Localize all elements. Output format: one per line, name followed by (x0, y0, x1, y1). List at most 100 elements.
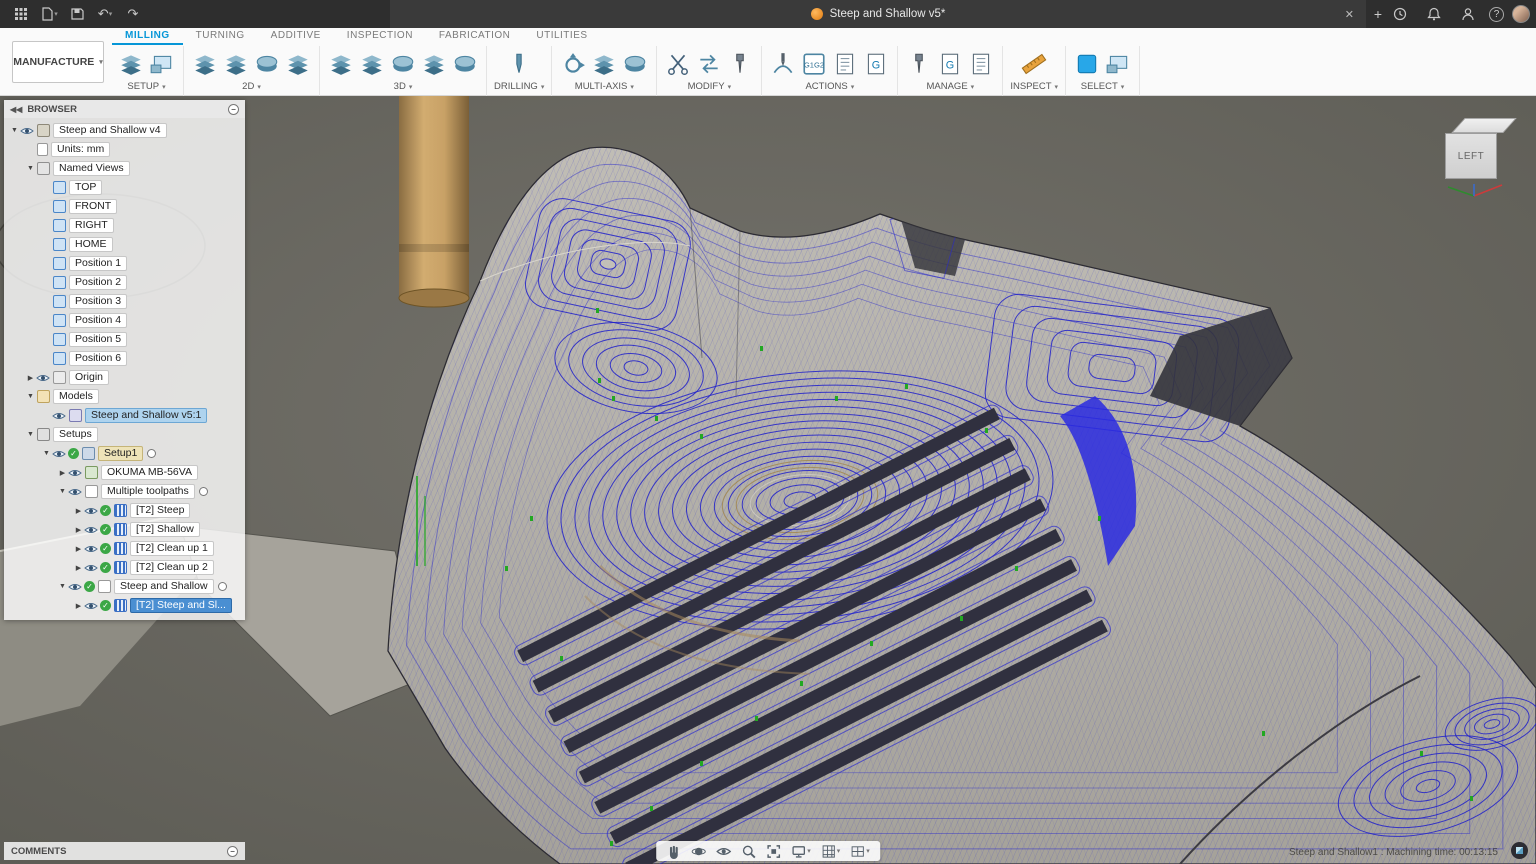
collapse-panel-icon[interactable]: ◀◀ (10, 105, 22, 114)
generate-icon[interactable] (862, 51, 890, 77)
multiaxis-swarf-icon[interactable] (559, 51, 587, 77)
browser-item-position-1[interactable]: Position 1 (4, 254, 245, 273)
document-tab[interactable]: Steep and Shallow v5* ✕ (390, 0, 1366, 28)
post-library-icon[interactable] (936, 51, 964, 77)
browser-item-toolpath-cleanup1[interactable]: ▶✓[T2] Clean up 1 (4, 539, 245, 558)
viewcube[interactable]: LEFT (1444, 118, 1520, 204)
redo-icon[interactable]: ↷ (120, 2, 146, 26)
steep-shallow-icon[interactable] (420, 51, 448, 77)
select-icon[interactable] (1073, 51, 1101, 77)
browser-item-toolpath-cleanup2[interactable]: ▶✓[T2] Clean up 2 (4, 558, 245, 577)
face-icon[interactable] (253, 51, 281, 77)
minimize-panel-icon[interactable]: − (228, 104, 239, 115)
comments-bar[interactable]: COMMENTS − (4, 842, 245, 860)
task-list-icon[interactable] (967, 51, 995, 77)
drill-icon[interactable] (505, 51, 533, 77)
browser-item-origin[interactable]: ▶Origin (4, 368, 245, 387)
visibility-eye-icon[interactable] (68, 487, 82, 497)
browser-item-named-views[interactable]: ▼Named Views (4, 159, 245, 178)
tab-milling[interactable]: MILLING (112, 28, 183, 45)
browser-item-document[interactable]: ▼Steep and Shallow v4 (4, 121, 245, 140)
viewport-3d[interactable]: LEFT ◀◀ BROWSER − ▼Steep and Shallow v4 … (0, 96, 1536, 864)
simulate-icon[interactable] (769, 51, 797, 77)
orbit-icon[interactable] (687, 843, 710, 860)
browser-item-multiple-toolpaths[interactable]: ▼Multiple toolpaths (4, 482, 245, 501)
notifications-bell-icon[interactable] (1421, 2, 1447, 26)
save-icon[interactable] (64, 2, 90, 26)
viewcube-top-face[interactable] (1451, 118, 1517, 133)
browser-item-model-component[interactable]: Steep and Shallow v5:1 (4, 406, 245, 425)
browser-item-position-5[interactable]: Position 5 (4, 330, 245, 349)
group-label-2d[interactable]: 2D▾ (242, 81, 261, 96)
tab-turning[interactable]: TURNING (183, 28, 258, 45)
expand-arrow-icon[interactable]: ▼ (41, 450, 52, 457)
browser-item-position-6[interactable]: Position 6 (4, 349, 245, 368)
compare-radio-icon[interactable] (147, 449, 156, 458)
visibility-eye-icon[interactable] (20, 126, 34, 136)
measure-icon[interactable] (1020, 51, 1048, 77)
3d-adaptive-icon[interactable] (327, 51, 355, 77)
group-label-3d[interactable]: 3D▾ (394, 81, 413, 96)
browser-item-setups[interactable]: ▼Setups (4, 425, 245, 444)
2d-adaptive-icon[interactable] (191, 51, 219, 77)
group-label-multiaxis[interactable]: MULTI-AXIS▾ (575, 81, 634, 96)
rotary-icon[interactable] (621, 51, 649, 77)
expand-arrow-icon[interactable]: ▶ (73, 564, 84, 572)
expand-arrow-icon[interactable]: ▼ (25, 431, 36, 438)
browser-item-models[interactable]: ▼Models (4, 387, 245, 406)
grid-and-snaps-icon[interactable]: ▾ (817, 843, 845, 860)
browser-item-view-home[interactable]: HOME (4, 235, 245, 254)
workspace-switcher[interactable]: MANUFACTURE▾ (12, 41, 104, 83)
job-monitor-icon[interactable] (1511, 842, 1528, 859)
display-settings-icon[interactable]: ▾ (787, 843, 815, 860)
fit-icon[interactable] (762, 843, 785, 860)
window-select-icon[interactable] (1104, 51, 1132, 77)
group-label-setup[interactable]: SETUP▾ (127, 81, 165, 96)
scallop-icon[interactable] (451, 51, 479, 77)
group-label-inspect[interactable]: INSPECT▾ (1010, 81, 1058, 96)
visibility-eye-icon[interactable] (52, 449, 66, 459)
job-status-icon[interactable] (1387, 2, 1413, 26)
group-label-select[interactable]: SELECT▾ (1081, 81, 1124, 96)
expand-arrow-icon[interactable]: ▼ (9, 127, 20, 134)
stock-setup-icon[interactable] (148, 51, 176, 77)
browser-item-units[interactable]: Units: mm (4, 140, 245, 159)
post-process-icon[interactable] (800, 51, 828, 77)
browser-item-steep-and-shallow-folder[interactable]: ▼✓Steep and Shallow (4, 577, 245, 596)
browser-item-machine[interactable]: ▶OKUMA MB-56VA (4, 463, 245, 482)
group-label-modify[interactable]: MODIFY▾ (688, 81, 731, 96)
undo-icon[interactable]: ↶▾ (92, 2, 118, 26)
multiaxis-flow-icon[interactable] (590, 51, 618, 77)
visibility-eye-icon[interactable] (84, 563, 98, 573)
look-at-icon[interactable] (712, 843, 735, 860)
2d-pocket-icon[interactable] (222, 51, 250, 77)
group-label-actions[interactable]: ACTIONS▾ (805, 81, 854, 96)
tool-holder-cylinder[interactable] (399, 96, 469, 307)
browser-item-toolpath-steep[interactable]: ▶✓[T2] Steep (4, 501, 245, 520)
expand-arrow-icon[interactable]: ▼ (57, 488, 68, 495)
visibility-eye-icon[interactable] (36, 373, 50, 383)
visibility-eye-icon[interactable] (52, 411, 66, 421)
tab-utilities[interactable]: UTILITIES (523, 28, 600, 45)
3d-pocket-icon[interactable] (358, 51, 386, 77)
edit-tool-icon[interactable] (726, 51, 754, 77)
expand-arrow-icon[interactable]: ▶ (73, 602, 84, 610)
browser-item-toolpath-steep-and-shallow[interactable]: ▶✓[T2] Steep and Sl... (4, 596, 245, 615)
visibility-eye-icon[interactable] (84, 506, 98, 516)
compare-radio-icon[interactable] (199, 487, 208, 496)
tool-library-icon[interactable] (905, 51, 933, 77)
expand-arrow-icon[interactable]: ▶ (73, 545, 84, 553)
browser-item-position-4[interactable]: Position 4 (4, 311, 245, 330)
2d-contour-icon[interactable] (284, 51, 312, 77)
expand-arrow-icon[interactable]: ▶ (73, 507, 84, 515)
visibility-eye-icon[interactable] (68, 468, 82, 478)
visibility-eye-icon[interactable] (84, 544, 98, 554)
tab-close-icon[interactable]: ✕ (1341, 0, 1358, 28)
browser-item-view-top[interactable]: TOP (4, 178, 245, 197)
expand-arrow-icon[interactable]: ▶ (57, 469, 68, 477)
group-label-drilling[interactable]: DRILLING▾ (494, 81, 544, 96)
zoom-icon[interactable] (737, 843, 760, 860)
tab-fabrication[interactable]: FABRICATION (426, 28, 523, 45)
move-toolpath-icon[interactable] (695, 51, 723, 77)
expand-arrow-icon[interactable]: ▼ (25, 165, 36, 172)
